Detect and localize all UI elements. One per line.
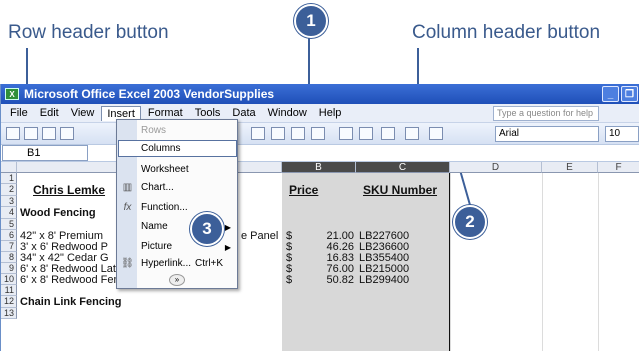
cell-sku[interactable]: LB299400	[359, 275, 409, 286]
worksheet-grid: B C D E F 1 2 3 4 5 6 7 8 9 10 11 12 13 …	[1, 162, 639, 351]
menu-item-name[interactable]: Name	[141, 219, 168, 235]
cell-name[interactable]: Chris Lemke	[33, 184, 105, 196]
row-header[interactable]: 7	[1, 241, 17, 252]
row-header[interactable]: 6	[1, 230, 17, 241]
help-icon[interactable]	[429, 127, 443, 140]
formula-bar: B1	[1, 145, 639, 162]
cell-item-tail[interactable]: e Panel	[241, 231, 278, 242]
cell-sku-header[interactable]: SKU Number	[363, 184, 437, 196]
excel-window: X Microsoft Office Excel 2003 VendorSupp…	[0, 84, 639, 351]
print-icon[interactable]	[60, 127, 74, 140]
submenu-arrow-icon: ▶	[224, 243, 231, 252]
font-size-select[interactable]: 10	[605, 126, 639, 142]
restore-icon[interactable]: ❐	[621, 86, 638, 102]
column-header-f[interactable]: F	[598, 162, 639, 173]
chart-icon: ▥	[122, 182, 133, 193]
menu-item-chart[interactable]: Chart...	[141, 180, 174, 196]
autosum-icon[interactable]	[359, 127, 373, 140]
menu-window[interactable]: Window	[263, 106, 312, 120]
minimize-icon[interactable]: _	[602, 86, 619, 102]
row-header[interactable]: 3	[1, 196, 17, 207]
menu-file[interactable]: File	[5, 106, 33, 120]
row-header[interactable]: 13	[1, 308, 17, 319]
undo-icon[interactable]	[291, 127, 305, 140]
chart-icon[interactable]	[405, 127, 419, 140]
hyperlink-icon[interactable]	[339, 127, 353, 140]
redo-icon[interactable]	[311, 127, 325, 140]
open-icon[interactable]	[24, 127, 38, 140]
menu-data[interactable]: Data	[227, 106, 260, 120]
menu-edit[interactable]: Edit	[35, 106, 64, 120]
cell-price[interactable]: 50.82	[319, 275, 354, 286]
standard-toolbar: Arial 10	[1, 123, 639, 145]
insert-menu: Rows Columns Worksheet ▥ Chart... fx Fun…	[116, 119, 238, 289]
menu-format[interactable]: Format	[143, 106, 188, 120]
row-header[interactable]: 11	[1, 285, 17, 296]
menu-tools[interactable]: Tools	[190, 106, 226, 120]
menu-help[interactable]: Help	[314, 106, 347, 120]
expand-menu-icon[interactable]: »	[169, 274, 185, 286]
select-all-button[interactable]	[1, 162, 17, 173]
cell-section-wood[interactable]: Wood Fencing	[20, 208, 96, 219]
row-header[interactable]: 2	[1, 184, 17, 196]
column-header-b[interactable]: B	[282, 162, 356, 173]
name-box[interactable]: B1	[2, 145, 88, 161]
menu-item-worksheet[interactable]: Worksheet	[141, 162, 189, 178]
hyperlink-icon: ⛓	[121, 258, 134, 269]
cell-section-chainlink[interactable]: Chain Link Fencing	[20, 297, 121, 308]
row-header[interactable]: 4	[1, 207, 17, 219]
menu-item-picture[interactable]: Picture	[141, 239, 172, 255]
help-search-input[interactable]: Type a question for help	[493, 106, 599, 121]
column-header-d[interactable]: D	[450, 162, 542, 173]
step-badge-1: 1	[294, 4, 328, 38]
row-header[interactable]: 9	[1, 263, 17, 274]
title-bar: X Microsoft Office Excel 2003 VendorSupp…	[1, 84, 639, 104]
menu-item-hyperlink[interactable]: Hyperlink...	[141, 256, 191, 272]
window-title: Microsoft Office Excel 2003 VendorSuppli…	[24, 87, 275, 101]
new-icon[interactable]	[6, 127, 20, 140]
row-header[interactable]: 5	[1, 219, 17, 230]
column-header-c[interactable]: C	[356, 162, 450, 173]
row-header[interactable]: 12	[1, 296, 17, 308]
menu-view[interactable]: View	[66, 106, 100, 120]
submenu-arrow-icon: ▶	[224, 223, 231, 232]
menu-item-function[interactable]: Function...	[141, 200, 188, 216]
sort-icon[interactable]	[381, 127, 395, 140]
excel-app-icon: X	[5, 88, 19, 100]
row-header[interactable]: 8	[1, 252, 17, 263]
paste-icon[interactable]	[251, 127, 265, 140]
font-name-select[interactable]: Arial	[495, 126, 599, 142]
hyperlink-shortcut: Ctrl+K	[195, 258, 224, 269]
menu-item-rows[interactable]: Rows	[141, 123, 166, 139]
save-icon[interactable]	[42, 127, 56, 140]
format-painter-icon[interactable]	[271, 127, 285, 140]
column-header-e[interactable]: E	[542, 162, 598, 173]
step-badge-3: 3	[190, 212, 224, 246]
function-icon: fx	[123, 202, 132, 213]
row-header[interactable]: 10	[1, 274, 17, 285]
cell-currency[interactable]: $	[286, 275, 292, 286]
row-header[interactable]: 1	[1, 173, 17, 184]
menu-item-columns[interactable]: Columns	[141, 141, 180, 157]
cell-price-header[interactable]: Price	[289, 184, 318, 196]
